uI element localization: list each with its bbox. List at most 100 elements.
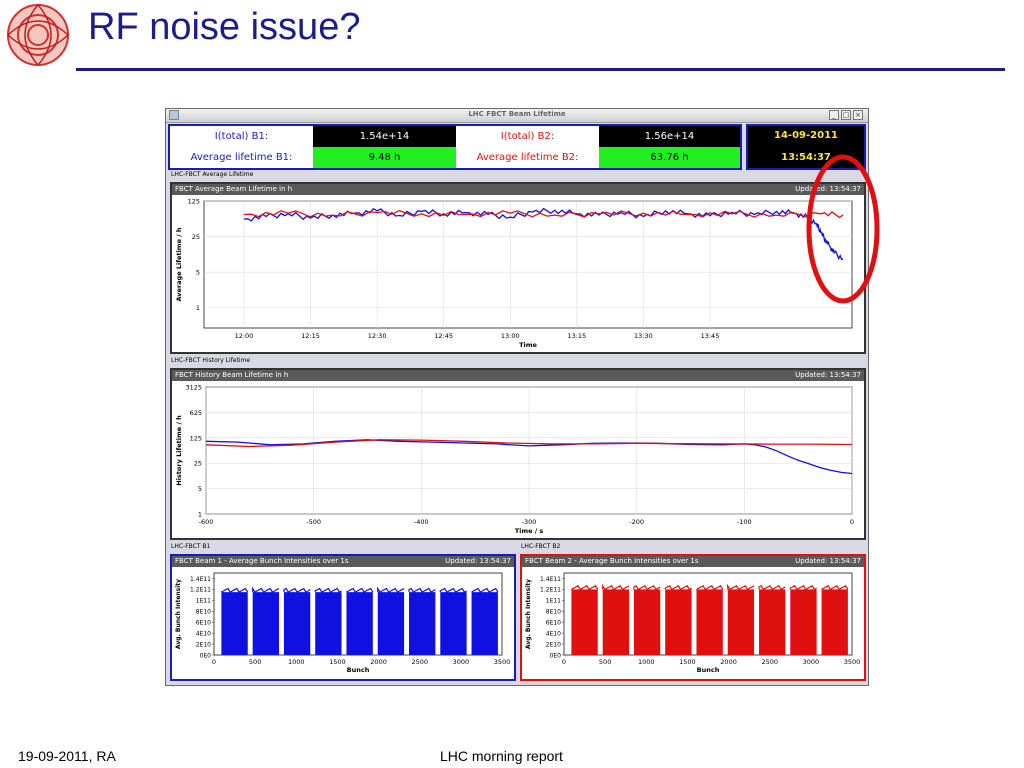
y-tick-label: 25 (192, 233, 200, 241)
x-tick-label: 0 (212, 658, 216, 666)
cern-lhc-logo-icon (6, 3, 70, 67)
y-tick-label: 0E0 (550, 652, 562, 659)
x-tick-label: -200 (629, 518, 644, 526)
close-button[interactable]: × (853, 110, 863, 120)
x-tick-label: 3000 (803, 658, 820, 666)
x-tick-label: 500 (249, 658, 261, 666)
window-titlebar[interactable]: LHC FBCT Beam Lifetime _ □ × (166, 109, 868, 123)
x-axis-label: Bunch (697, 666, 720, 674)
maximize-button[interactable]: □ (841, 110, 851, 120)
x-tick-label: 12:00 (235, 332, 254, 340)
beam2-bunch-panel: FBCT Beam 2 - Average Bunch Intensities … (520, 554, 866, 681)
x-tick-label: -300 (522, 518, 537, 526)
bunch-train-bar (571, 589, 598, 655)
b2-lifetime-label: Average lifetime B2: (456, 147, 599, 168)
date-display: 14-09-2011 (774, 130, 838, 141)
b2-total-label: I(total) B2: (456, 126, 599, 147)
history-lifetime-chart: 31256251252551-600 -500 -400 -300 -200 -100 0T… (175, 384, 854, 536)
y-tick-label: 5 (196, 269, 200, 277)
y-tick-label: 3125 (185, 384, 202, 392)
slide-title: RF noise issue? (88, 6, 361, 48)
x-tick-label: 2500 (411, 658, 428, 666)
x-tick-label: -600 (199, 518, 214, 526)
b2-total-value: 1.56e+14 (599, 126, 740, 147)
b1-lifetime-label: Average lifetime B1: (170, 147, 313, 168)
b2-lifetime-value: 63.76 h (599, 147, 740, 168)
y-tick-label: 1.4E11 (540, 576, 561, 583)
bunch-train-bar (346, 592, 373, 655)
y-axis-label: History Lifetime / h (175, 415, 183, 486)
x-tick-label: 13:30 (634, 332, 653, 340)
y-tick-label: 2E10 (546, 641, 561, 648)
x-tick-label: 12:30 (368, 332, 387, 340)
x-tick-label: 3000 (453, 658, 470, 666)
title-underline (76, 68, 1005, 71)
section-label-history: LHC-FBCT History Lifetime (171, 357, 251, 364)
bunch-train-bar (471, 592, 498, 655)
average-lifetime-header: FBCT Average Beam Lifetime in h Updated:… (172, 184, 864, 195)
y-tick-label: 1E11 (546, 598, 561, 605)
history-lifetime-title: FBCT History Beam Lifetime in h (175, 371, 289, 379)
x-tick-label: 2500 (761, 658, 778, 666)
x-tick-label: 3500 (494, 658, 511, 666)
minimize-button[interactable]: _ (829, 110, 839, 120)
average-lifetime-chart: 125 25 5 1 12:00 12:15 12:30 12:45 13:00 13:15 13:… (175, 198, 853, 349)
average-lifetime-panel: FBCT Average Beam Lifetime in h Updated:… (170, 182, 866, 354)
bunch-train-bar (602, 589, 630, 655)
y-tick-label: 1E11 (196, 598, 211, 605)
y-tick-label: 4E10 (546, 630, 561, 637)
y-axis-label: Avg. Bunch Intensity (175, 579, 182, 649)
y-tick-label: 125 (190, 434, 202, 442)
y-tick-label: 5 (198, 485, 202, 493)
bunch-train-bar (440, 592, 467, 655)
bunch-train-bar (696, 589, 723, 655)
beam-summary-table: I(total) B1: 1.54e+14 I(total) B2: 1.56e… (168, 124, 742, 170)
x-tick-label: 500 (599, 658, 611, 666)
y-tick-label: 1 (196, 304, 200, 312)
x-tick-label: 12:15 (301, 332, 320, 340)
x-tick-label: 1500 (329, 658, 346, 666)
beam2-bunch-updated: Updated: 13:54:37 (795, 557, 861, 565)
bunch-train-bar (315, 592, 342, 655)
x-tick-label: 13:15 (567, 332, 586, 340)
y-tick-label: 1.2E11 (190, 587, 211, 594)
x-tick-label: 1500 (679, 658, 696, 666)
y-axis-label: Average Lifetime / h (175, 227, 183, 301)
x-tick-label: 12:45 (434, 332, 453, 340)
bunch-train-bar (759, 589, 786, 655)
bunch-train-bar (821, 589, 848, 655)
bunch-train-bar (409, 592, 436, 655)
bunch-train-bar (727, 589, 755, 655)
y-tick-label: 0E0 (200, 652, 212, 659)
x-axis-label: Time / s (515, 527, 544, 535)
x-tick-label: 1000 (638, 658, 655, 666)
app-window: LHC FBCT Beam Lifetime _ □ × I(total) B1… (165, 108, 869, 686)
section-label-average: LHC-FBCT Average Lifetime (171, 171, 254, 178)
beam1-bunch-chart: 1.4E11 1.2E11 1E11 8E10 6E10 4E10 2E10 0E00 500 1… (175, 572, 511, 674)
x-axis-label: Time (519, 341, 537, 349)
section-label-b1: LHC-FBCT B1 (171, 543, 211, 550)
beam2-bunch-header: FBCT Beam 2 - Average Bunch Intensities … (522, 556, 864, 567)
x-tick-label: 1000 (288, 658, 305, 666)
y-tick-label: 125 (188, 198, 200, 206)
y-tick-label: 25 (194, 460, 202, 468)
footer-report-title: LHC morning report (440, 748, 563, 764)
x-tick-label: -400 (414, 518, 429, 526)
x-tick-label: 13:00 (501, 332, 520, 340)
y-tick-label: 2E10 (196, 641, 211, 648)
x-tick-label: 2000 (370, 658, 387, 666)
beam1-bunch-panel: FBCT Beam 1 - Average Bunch Intensities … (170, 554, 516, 681)
bunch-train-bar (790, 589, 817, 655)
y-tick-label: 625 (190, 409, 202, 417)
x-tick-label: 13:45 (701, 332, 720, 340)
footer-date-author: 19-09-2011, RA (18, 748, 116, 764)
plot-area (203, 200, 853, 329)
highlight-ellipse (806, 154, 880, 304)
history-lifetime-updated: Updated: 13:54:37 (795, 371, 861, 379)
average-lifetime-title: FBCT Average Beam Lifetime in h (175, 185, 293, 193)
y-tick-label: 6E10 (546, 620, 561, 627)
y-axis-label: Avg. Bunch Intensity (525, 579, 532, 649)
history-lifetime-panel: FBCT History Beam Lifetime in h Updated:… (170, 368, 866, 540)
beam1-bunch-updated: Updated: 13:54:37 (445, 557, 511, 565)
beam2-bunch-chart: 1.4E11 1.2E11 1E11 8E10 6E10 4E10 2E10 0E00 500 1… (525, 572, 860, 674)
